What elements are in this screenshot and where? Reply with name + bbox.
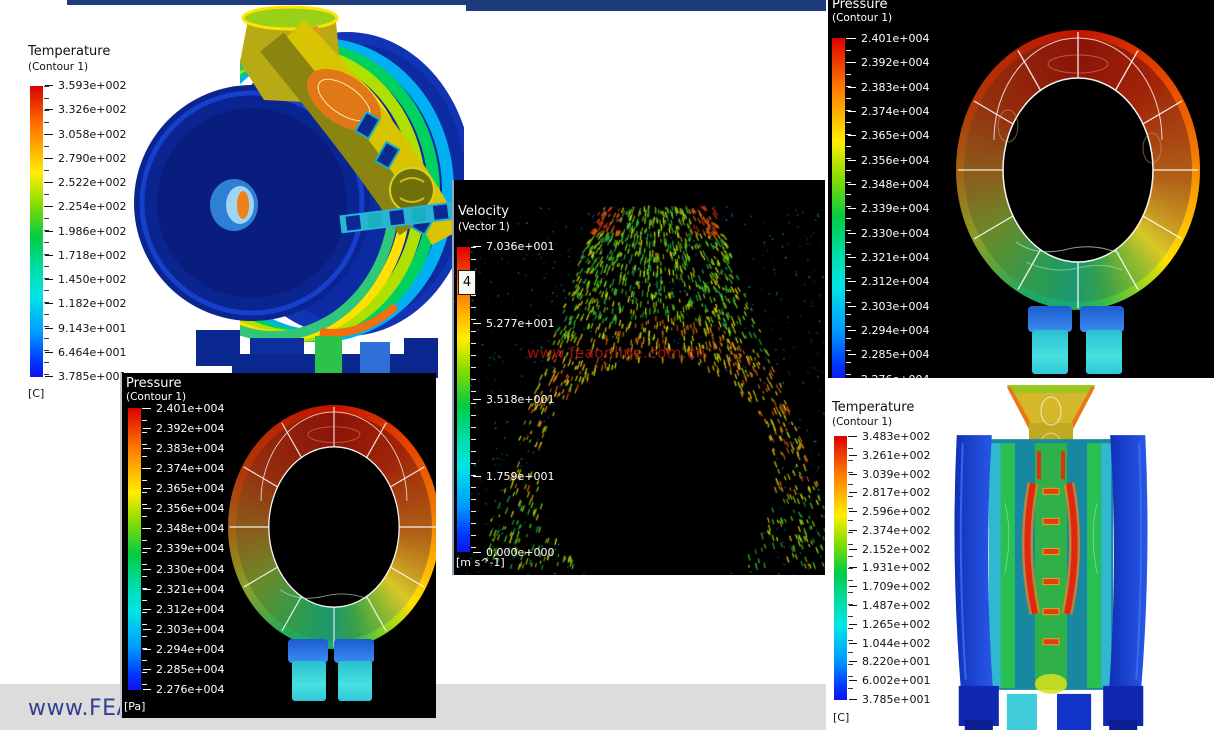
legend-value: 2.596e+002 xyxy=(862,506,938,517)
legend-value: 2.401e+004 xyxy=(156,403,236,414)
legend-value: 2.303e+004 xyxy=(156,624,236,635)
pressure-ring-spokes xyxy=(228,405,436,649)
temperature-left-colorbar xyxy=(30,86,43,377)
temperature-right-colorbar xyxy=(834,436,847,700)
legend-value: 2.348e+004 xyxy=(861,179,941,190)
velocity-unit: [m s^-1] xyxy=(456,556,505,569)
pressure-left-unit: [Pa] xyxy=(124,700,145,713)
pressure-pipe xyxy=(338,661,372,701)
pressure-right-title: Pressure xyxy=(832,0,888,12)
temperature-right-unit: [C] xyxy=(833,711,849,724)
legend-value: 2.294e+004 xyxy=(861,325,941,336)
legend-value: 6.002e+001 xyxy=(862,675,938,686)
colorbar-marker-badge: 4 xyxy=(458,270,476,295)
legend-value: 2.294e+004 xyxy=(156,644,236,655)
legend-value: 2.312e+004 xyxy=(861,276,941,287)
temperature-left-title: Temperature xyxy=(28,44,110,59)
legend-value: 1.709e+002 xyxy=(862,581,938,592)
temperature-left-unit: [C] xyxy=(28,387,44,400)
legend-value: 5.277e+001 xyxy=(486,318,566,329)
temperature-left-subtitle: (Contour 1) xyxy=(28,61,88,73)
legend-value: 2.374e+004 xyxy=(156,463,236,474)
panel-pressure-right: Pressure (Contour 1) 2.401e+004 2.392e+00… xyxy=(828,0,1214,378)
legend-value: 2.383e+004 xyxy=(156,443,236,454)
legend-value: 1.759e+001 xyxy=(486,471,566,482)
velocity-legend-values: 7.036e+001 5.277e+001 3.518e+001 1.759e+001… xyxy=(486,241,566,558)
legend-value: 2.356e+004 xyxy=(861,155,941,166)
legend-value: 1.931e+002 xyxy=(862,562,938,573)
legend-value: 2.285e+004 xyxy=(861,349,941,360)
legend-value: 3.518e+001 xyxy=(486,394,566,405)
pressure-pipe-cap xyxy=(1028,306,1072,332)
legend-value: 1.265e+002 xyxy=(862,619,938,630)
legend-value: 3.039e+002 xyxy=(862,469,938,480)
legend-value: 2.285e+004 xyxy=(156,664,236,675)
panel-pressure-left: Pressure (Contour 1) 2.401e+0042.392e+00… xyxy=(120,373,436,718)
legend-value: 2.330e+004 xyxy=(156,564,236,575)
temperature-right-legend-values: 3.483e+002 3.261e+002 3.039e+002 2.817e+002… xyxy=(862,431,938,705)
pressure-left-colorbar xyxy=(128,408,141,690)
legend-value: 8.220e+001 xyxy=(862,656,938,667)
legend-value: 7.036e+001 xyxy=(486,241,566,252)
legend-value: 2.401e+004 xyxy=(861,33,941,44)
legend-value: 2.365e+004 xyxy=(861,130,941,141)
legend-value: 2.374e+002 xyxy=(862,525,938,536)
legend-value: 3.483e+002 xyxy=(862,431,938,442)
legend-value: 2.330e+004 xyxy=(861,228,941,239)
velocity-subtitle: (Vector 1) xyxy=(458,221,510,233)
legend-value: 1.044e+002 xyxy=(862,638,938,649)
legend-value: 2.356e+004 xyxy=(156,503,236,514)
pressure-pipe-cap xyxy=(1080,306,1124,332)
panel-velocity: Velocity (Vector 1) 7.036e+001 5.277e+001… xyxy=(452,180,825,575)
legend-value: 2.339e+004 xyxy=(156,543,236,554)
pressure-pipe-cap xyxy=(334,639,374,663)
pressure-right-legend-values: 2.401e+004 2.392e+004 2.383e+004 2.374e+004… xyxy=(861,33,941,378)
legend-value: 2.392e+004 xyxy=(156,423,236,434)
legend-value: 1.487e+002 xyxy=(862,600,938,611)
pressure-right-subtitle: (Contour 1) xyxy=(832,12,892,24)
temperature-right-title: Temperature xyxy=(832,400,914,415)
temperature-contour-machine-image xyxy=(112,2,464,378)
temperature-contour-section-image xyxy=(948,383,1154,730)
pressure-pipe xyxy=(292,661,326,701)
pressure-ring-spokes xyxy=(956,30,1200,310)
legend-value: 2.365e+004 xyxy=(156,483,236,494)
legend-value: 2.321e+004 xyxy=(156,584,236,595)
legend-value: 2.312e+004 xyxy=(156,604,236,615)
velocity-title: Velocity xyxy=(458,204,509,219)
panel-temperature-right: Temperature (Contour 1) 3.483e+002 3.261e… xyxy=(826,378,1214,730)
temperature-left-ticks xyxy=(44,86,49,377)
legend-value: 2.383e+004 xyxy=(861,82,941,93)
velocity-watermark: www.feaonline.com.cn xyxy=(527,344,706,362)
legend-value: 2.348e+004 xyxy=(156,523,236,534)
pressure-ring-image xyxy=(956,30,1200,310)
legend-value: 2.321e+004 xyxy=(861,252,941,263)
pressure-right-colorbar xyxy=(832,38,845,378)
legend-value: 2.339e+004 xyxy=(861,203,941,214)
legend-value: 2.374e+004 xyxy=(861,106,941,117)
pressure-left-legend-values: 2.401e+004 2.392e+004 2.383e+004 2.374e+004… xyxy=(156,403,236,695)
legend-value: 2.303e+004 xyxy=(861,301,941,312)
pressure-pipe-cap xyxy=(288,639,328,663)
legend-value: 2.392e+004 xyxy=(861,57,941,68)
cfd-results-collage: www.FEAonline.com.cn Temperature (Contou… xyxy=(0,0,1214,730)
pressure-ring-image xyxy=(228,405,436,649)
legend-value: 3.261e+002 xyxy=(862,450,938,461)
pressure-pipe xyxy=(1032,330,1068,374)
pressure-left-title: Pressure xyxy=(126,376,182,391)
top-accent-bar-right xyxy=(466,0,826,11)
legend-value: 2.276e+004 xyxy=(156,684,236,695)
legend-value: 2.817e+002 xyxy=(862,487,938,498)
temperature-right-subtitle: (Contour 1) xyxy=(832,416,892,428)
legend-value: 3.785e+001 xyxy=(862,694,938,705)
legend-value: 2.152e+002 xyxy=(862,544,938,555)
pressure-pipe xyxy=(1086,330,1122,374)
